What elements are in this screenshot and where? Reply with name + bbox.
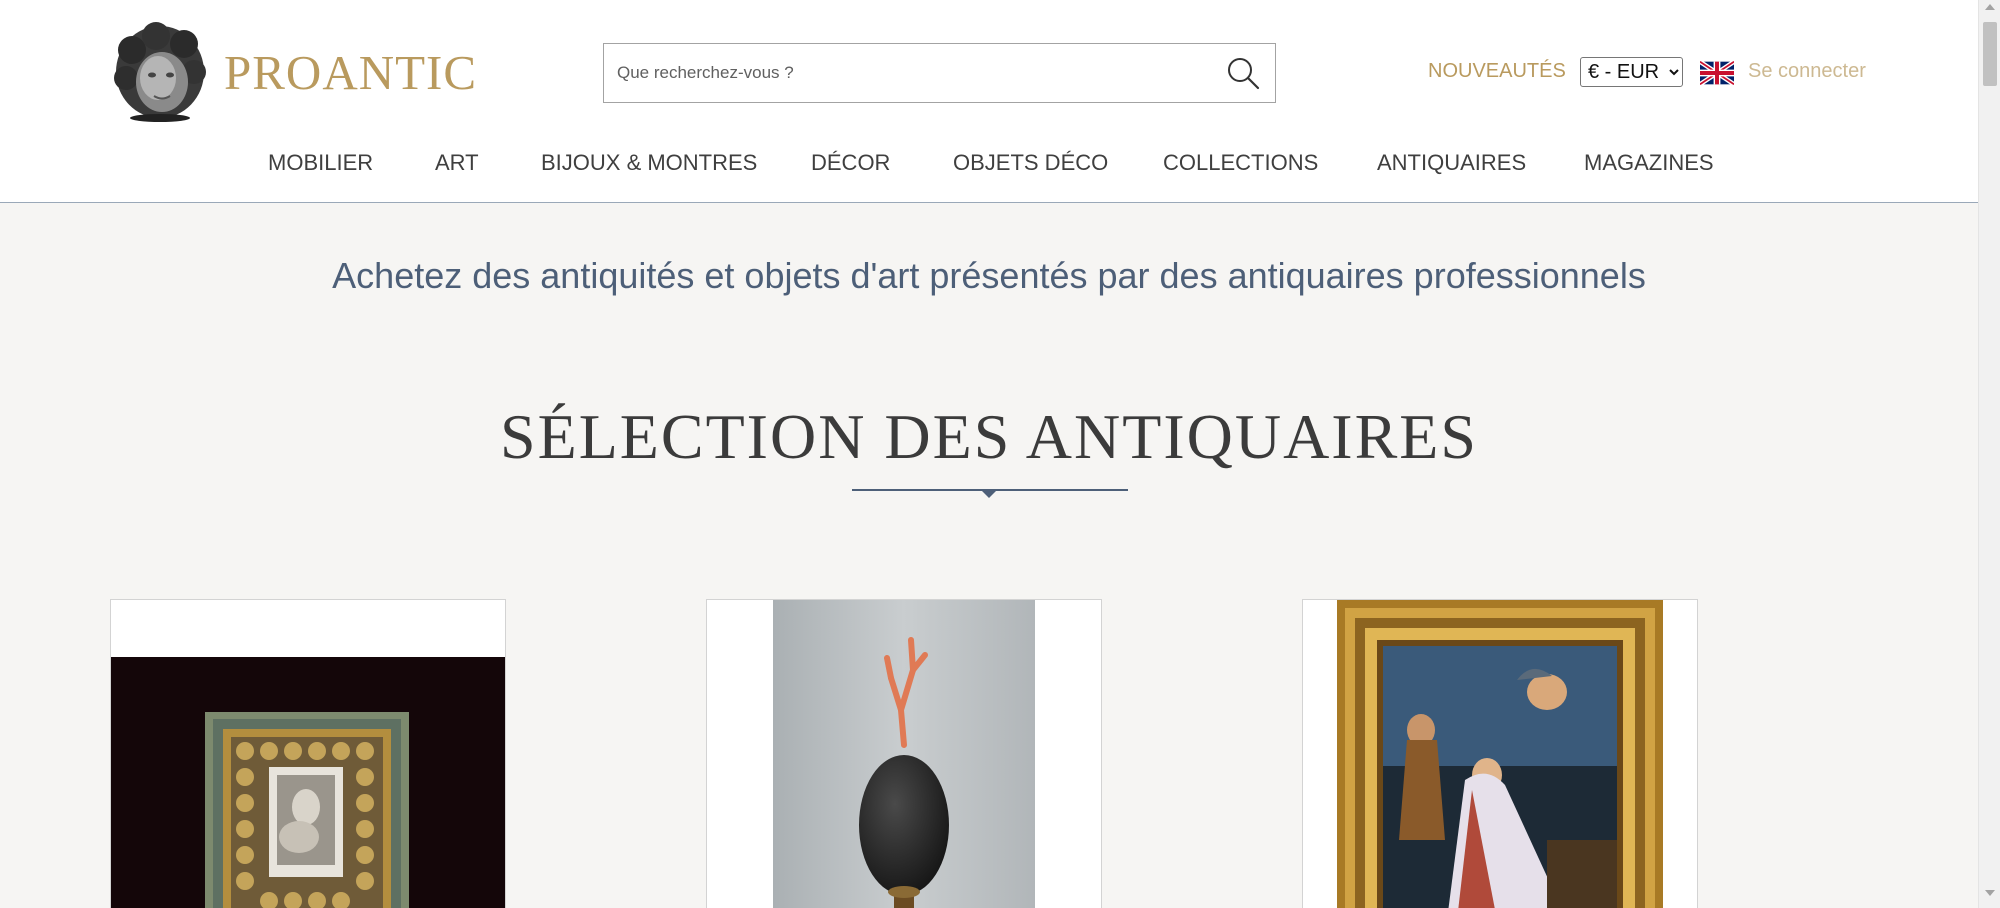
nav-item-collections[interactable]: COLLECTIONS [1163,150,1318,176]
divider-arrow-icon [981,490,997,498]
new-arrivals-link[interactable]: NOUVEAUTÉS [1428,60,1566,83]
brand-name[interactable]: PROANTIC [224,44,477,101]
nav-item-objets-deco[interactable]: OBJETS DÉCO [953,150,1108,176]
login-link[interactable]: Se connecter [1748,60,1866,83]
product-card[interactable] [1302,599,1698,908]
product-card[interactable] [706,599,1102,908]
nav-item-mobilier[interactable]: MOBILIER [268,150,373,176]
scroll-down-arrow-icon[interactable] [1985,890,1995,896]
nav-item-decor[interactable]: DÉCOR [811,150,890,176]
search-input[interactable] [604,44,1204,102]
nav-item-magazines[interactable]: MAGAZINES [1584,150,1714,176]
page-tagline: Achetez des antiquités et objets d'art p… [332,255,1646,296]
ostrich-egg-with-coral-photo[interactable] [773,600,1035,908]
scroll-thumb[interactable] [1983,22,1997,86]
nav-item-art[interactable]: ART [435,150,479,176]
framed-devotional-image-photo[interactable] [111,657,506,908]
scroll-up-arrow-icon[interactable] [1985,4,1995,10]
uk-flag-icon[interactable] [1700,61,1734,85]
product-card[interactable] [110,599,506,908]
main-nav: MOBILIER ART BIJOUX & MONTRES DÉCOR OBJE… [0,150,1978,180]
gilt-framed-painting-photo[interactable] [1337,600,1663,908]
cherub-head-logo-icon[interactable] [110,20,210,122]
search-icon[interactable] [1225,55,1261,91]
section-title: SÉLECTION DES ANTIQUAIRES [500,401,1478,472]
site-header: PROANTIC NOUVEAUTÉS € - EUR Se connecter… [0,0,1978,203]
page-scrollbar[interactable] [1978,0,2000,908]
nav-item-antiquaires[interactable]: ANTIQUAIRES [1377,150,1526,176]
search-bar [603,43,1276,103]
currency-select[interactable]: € - EUR [1580,57,1683,87]
nav-item-bijoux-montres[interactable]: BIJOUX & MONTRES [541,150,757,176]
